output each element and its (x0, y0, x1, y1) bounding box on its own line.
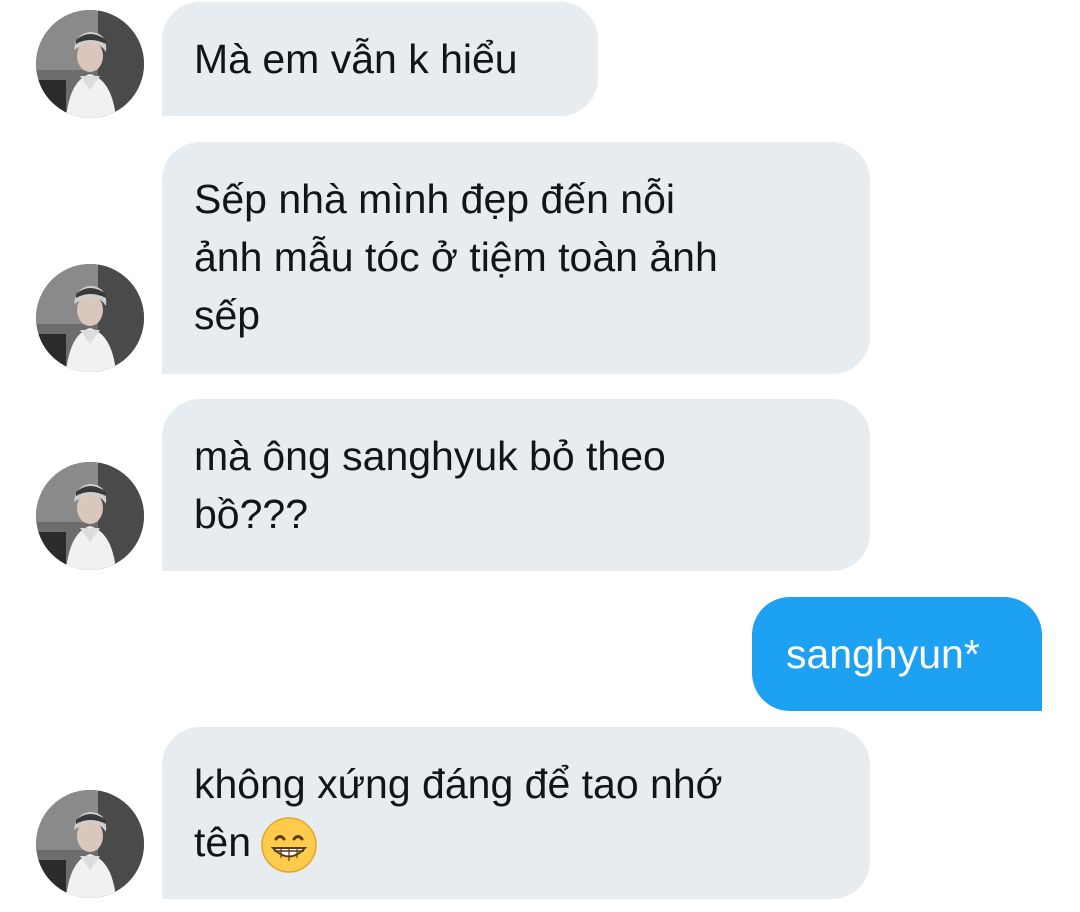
contact-avatar[interactable] (36, 462, 144, 570)
message-text: Mà em vẫn k hiểu (194, 36, 518, 82)
grinning-face-icon (261, 817, 317, 873)
avatar-image (36, 790, 144, 898)
message-text: Sếp nhà mình đẹp đến nỗi (194, 176, 675, 222)
message-line: tên (194, 813, 836, 873)
outgoing-message-bubble[interactable]: sanghyun* (752, 597, 1042, 711)
avatar-image (36, 10, 144, 118)
contact-avatar[interactable] (36, 10, 144, 118)
incoming-message-bubble[interactable]: không xứng đáng để tao nhớ tên (162, 727, 870, 899)
contact-avatar[interactable] (36, 264, 144, 372)
message-text: bồ??? (194, 491, 309, 537)
incoming-message-bubble[interactable]: Mà em vẫn k hiểu (162, 2, 598, 116)
contact-avatar[interactable] (36, 790, 144, 898)
grinning-face-emoji (261, 817, 317, 873)
message-text: tên (194, 819, 251, 865)
message-text: sanghyun* (786, 631, 980, 677)
message-text: không xứng đáng để tao nhớ (194, 761, 723, 807)
incoming-message-bubble[interactable]: Sếp nhà mình đẹp đến nỗi ảnh mẫu tóc ở t… (162, 142, 870, 374)
message-text: sếp (194, 292, 261, 338)
avatar-image (36, 264, 144, 372)
message-text: mà ông sanghyuk bỏ theo (194, 433, 666, 479)
message-text: ảnh mẫu tóc ở tiệm toàn ảnh (194, 234, 718, 280)
avatar-image (36, 462, 144, 570)
incoming-message-bubble[interactable]: mà ông sanghyuk bỏ theo bồ??? (162, 399, 870, 571)
